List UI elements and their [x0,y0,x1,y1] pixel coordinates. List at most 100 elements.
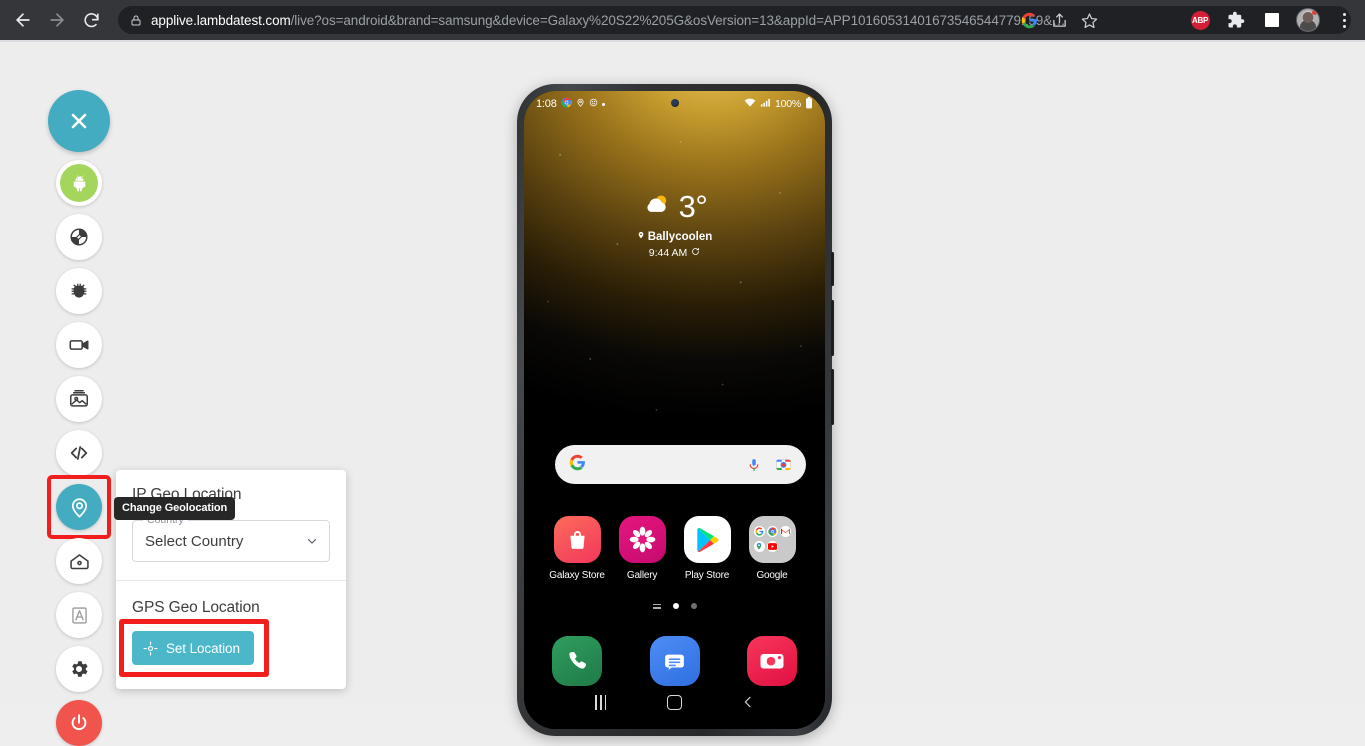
weather-time-row: 9:44 AM [524,247,825,259]
page-dot-active[interactable] [672,603,679,609]
app-label: Gallery [626,570,658,581]
google-search-bar[interactable] [555,445,806,484]
home-icon [69,553,89,569]
battery-icon [805,96,813,112]
sidebar-item-home[interactable] [56,538,102,584]
extensions-puzzle-icon[interactable] [1221,5,1251,35]
app-play-store[interactable]: Play Store [678,516,736,581]
ip-geo-section: IP Geo Location Country Select Country [116,470,346,580]
google-lens-icon[interactable] [775,457,792,472]
chrome-notification-icon [561,97,572,111]
image-icon [70,390,88,407]
google-icon[interactable] [1015,6,1043,34]
omnibox-actions [1015,6,1103,34]
browser-forward-button[interactable] [42,5,72,35]
folder-app-gmail [779,525,791,537]
phone-icon [552,636,602,686]
page-dot-inactive[interactable] [690,603,697,609]
home-app-grid: Galaxy Store Gallery Play Store Google [548,516,801,581]
bookmark-star-icon[interactable] [1075,6,1103,34]
app-google-folder[interactable]: Google [743,516,801,581]
page-content: Change Geolocation IP Geo Location Count… [0,42,1365,746]
address-bar-text: applive.lambdatest.com/live?os=android&b… [151,13,1066,28]
home-square-icon [666,694,682,710]
weather-widget[interactable]: 3° Ballycoolen 9:44 AM [524,191,825,259]
app-label: Galaxy Store [549,570,605,581]
android-icon [60,164,98,202]
sidebar-item-record-video[interactable] [56,322,102,368]
device-toolbar-rail: Change Geolocation [47,90,236,746]
gps-geo-title: GPS Geo Location [132,599,260,616]
country-field-value: Select Country [145,532,244,550]
app-label: Play Store [684,570,730,581]
folder-app-google [753,525,765,537]
browser-toolbar: applive.lambdatest.com/live?os=android&b… [0,0,1365,40]
lock-icon [130,14,142,27]
google-g-icon [569,454,586,476]
location-marker-icon [637,230,645,243]
device-button-volume[interactable] [831,300,834,356]
weather-partly-cloudy-icon [642,192,672,221]
share-icon[interactable] [1045,6,1073,34]
browser-reload-button[interactable] [76,5,106,35]
sidebar-item-devtools[interactable] [56,430,102,476]
address-host: applive.lambdatest.com [151,12,291,28]
set-location-button[interactable]: Set Location [132,631,254,665]
browser-back-button[interactable] [8,5,38,35]
folder-app-maps [753,540,765,552]
sidebar-item-screenshot[interactable] [56,376,102,422]
nav-recents-button[interactable] [581,687,621,717]
microphone-icon[interactable] [747,457,761,473]
folder-preview [753,525,791,555]
apps-page-icon[interactable] [652,603,661,609]
sidebar-item-bug[interactable] [56,268,102,314]
signal-icon [760,97,771,111]
side-panel-icon[interactable] [1257,5,1287,35]
wifi-icon [744,97,756,111]
set-location-wrapper: Set Location [119,619,269,677]
camera-icon [747,636,797,686]
dock-app-phone[interactable] [548,636,606,686]
address-bar[interactable]: applive.lambdatest.com/live?os=android&b… [118,6,1351,34]
profile-avatar[interactable] [1293,5,1323,35]
folder-app-youtube [766,540,778,552]
gps-geo-section: GPS Geo Location Set Location [116,581,346,685]
status-left: 1:08 [536,97,605,111]
abp-badge-label: ABP [1190,10,1210,30]
sidebar-item-android[interactable] [56,160,102,206]
device-button-power[interactable] [831,369,834,425]
location-status-icon [576,98,585,110]
set-location-label: Set Location [166,640,240,656]
battery-percent-label: 100% [774,98,801,110]
adblock-plus-icon[interactable]: ABP [1185,5,1215,35]
app-gallery[interactable]: Gallery [613,516,671,581]
sidebar-item-rotate[interactable] [56,214,102,260]
device-screen[interactable]: 1:08 100% 3° Ballycoolen 9:44 AM Galaxy … [524,91,825,729]
location-pin-icon [71,497,87,518]
smiley-status-icon [589,98,598,110]
device-button-mute[interactable] [831,252,834,286]
folder-app-chrome [766,525,778,537]
nav-back-button[interactable] [728,687,768,717]
dock-app-camera[interactable] [743,636,801,686]
weather-location-row: Ballycoolen [524,230,825,243]
sidebar-item-settings[interactable] [56,646,102,692]
geolocation-tooltip: Change Geolocation [114,497,236,520]
sidebar-item-markup[interactable] [56,592,102,638]
weather-main-row: 3° [524,191,825,222]
sidebar-item-close[interactable] [48,90,110,152]
video-camera-icon [69,340,89,350]
country-select[interactable]: Country Select Country [132,514,330,562]
refresh-icon[interactable] [691,247,700,259]
gear-icon [72,661,88,677]
rotate-icon [70,228,88,246]
sidebar-item-power[interactable] [56,700,102,746]
nav-home-button[interactable] [654,687,694,717]
weather-time-label: 9:44 AM [648,247,688,259]
chrome-menu-icon[interactable] [1329,5,1359,35]
sidebar-item-geolocation[interactable]: Change Geolocation [47,475,236,539]
bug-icon [71,283,87,298]
dock-app-messages[interactable] [646,636,704,686]
folder-app-empty [780,541,791,552]
app-galaxy-store[interactable]: Galaxy Store [548,516,606,581]
